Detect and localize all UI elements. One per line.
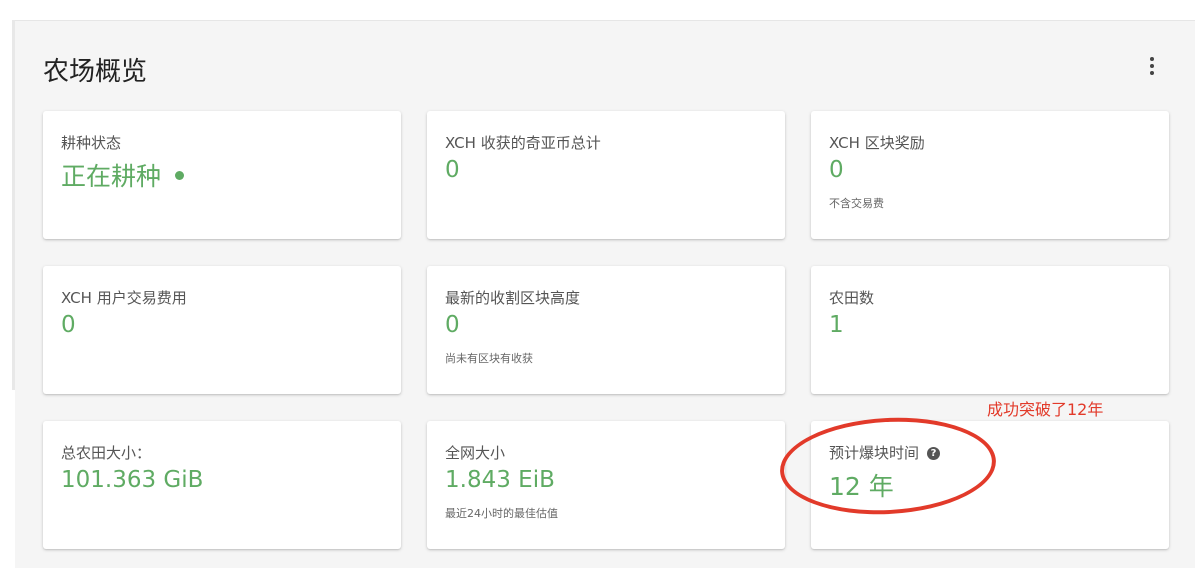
card-value: 0 [445,157,460,183]
card-last-height-farmed: 最新的收割区块高度 0 尚未有区块有收获 [427,266,785,394]
card-value: 0 [829,157,844,183]
card-note: 最近24小时的最佳估值 [445,507,558,520]
top-bar [0,0,1195,20]
farm-overview-panel: 农场概览 耕种状态 正在耕种 XCH 收获的奇亚币总计 0 XCH 区块奖励 0… [15,20,1195,568]
card-value: 1.843 EiB [445,467,555,493]
card-label: 总农田大小： [61,444,152,462]
card-block-rewards: XCH 区块奖励 0 不含交易费 [811,111,1169,239]
card-network-space: 全网大小 1.843 EiB 最近24小时的最佳估值 [427,421,785,549]
card-total-plot-size: 总农田大小： 101.363 GiB [43,421,401,549]
card-label: XCH 用户交易费用 [61,289,187,307]
annotation-text: 成功突破了12年 [987,400,1104,419]
card-label: 农田数 [829,289,875,307]
card-plot-count: 农田数 1 [811,266,1169,394]
card-label: 耕种状态 [61,134,122,152]
card-label: 全网大小 [445,444,506,462]
card-user-transaction-fees: XCH 用户交易费用 0 [43,266,401,394]
card-value: 12 年 [829,472,894,501]
card-value: 0 [61,312,76,338]
farming-status-value: 正在耕种 [61,162,162,191]
card-value: 正在耕种 [61,157,185,193]
card-value: 1 [829,312,844,338]
card-label: 预计爆块时间? [829,442,941,463]
panel-title: 农场概览 [43,57,148,87]
card-value: 101.363 GiB [61,467,204,493]
card-note: 不含交易费 [829,197,884,210]
card-note: 尚未有区块有收获 [445,352,533,365]
expected-time-label: 预计爆块时间 [829,444,920,462]
card-label: XCH 收获的奇亚币总计 [445,134,601,152]
card-expected-time-to-win: 预计爆块时间? 12 年 [811,421,1169,549]
more-vert-icon[interactable] [1144,54,1160,78]
card-label: XCH 区块奖励 [829,134,925,152]
card-farming-status: 耕种状态 正在耕种 [43,111,401,239]
card-label: 最新的收割区块高度 [445,289,581,307]
card-total-chia-farmed: XCH 收获的奇亚币总计 0 [427,111,785,239]
status-dot-icon [175,170,185,180]
help-circle-icon[interactable]: ? [927,447,941,460]
card-value: 0 [445,312,460,338]
